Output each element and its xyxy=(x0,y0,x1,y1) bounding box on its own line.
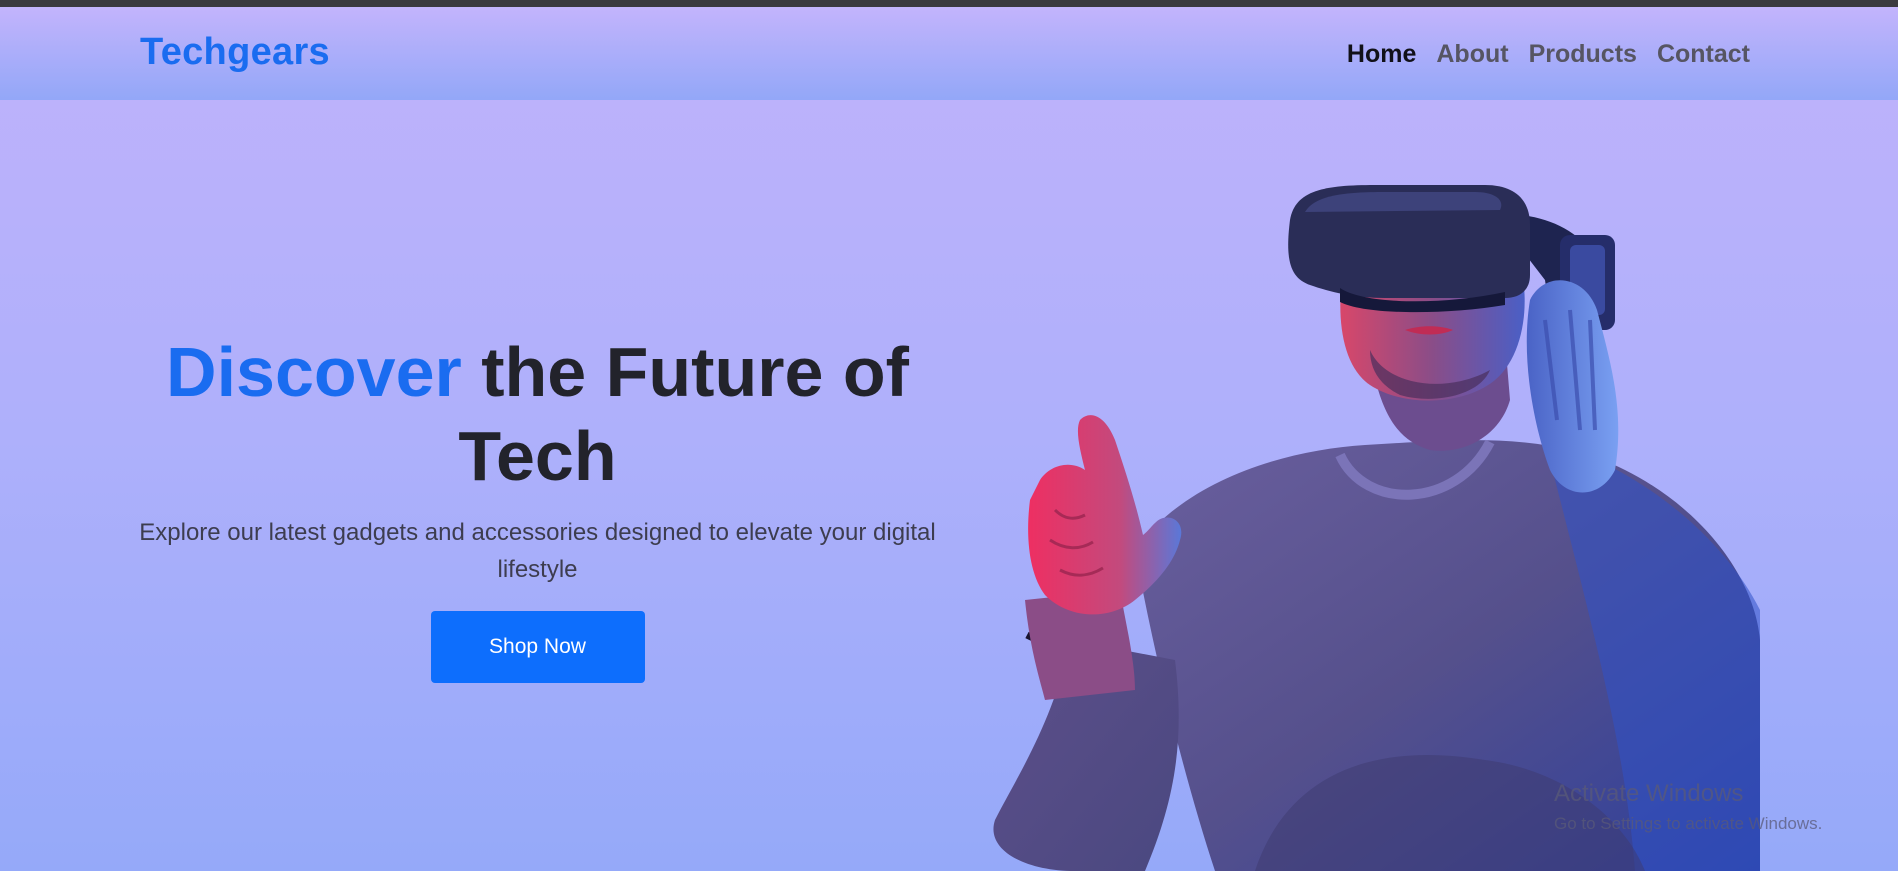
navbar: Techgears Home About Products Contact xyxy=(0,7,1898,100)
window-top-strip xyxy=(0,0,1898,7)
watermark-subtitle: Go to Settings to activate Windows. xyxy=(1554,814,1823,833)
hero-title: Discover the Future of Tech xyxy=(130,330,945,498)
brand-logo[interactable]: Techgears xyxy=(140,31,330,74)
nav-links: Home About Products Contact xyxy=(1347,40,1750,69)
shop-now-button[interactable]: Shop Now xyxy=(430,611,645,683)
windows-activation-watermark: Activate Windows Go to Settings to activ… xyxy=(1554,780,1822,834)
nav-link-home[interactable]: Home xyxy=(1347,40,1416,69)
hero-subtitle: Explore our latest gadgets and accessori… xyxy=(139,519,936,583)
nav-link-contact[interactable]: Contact xyxy=(1657,40,1750,69)
nav-link-products[interactable]: Products xyxy=(1529,40,1637,69)
nav-link-about[interactable]: About xyxy=(1436,40,1508,69)
hero-title-rest: the Future of Tech xyxy=(458,333,909,495)
hero-title-accent: Discover xyxy=(166,333,462,411)
hero-section: Discover the Future of Tech Explore our … xyxy=(130,330,945,683)
hero-image-vr-person xyxy=(985,180,1760,871)
watermark-title: Activate Windows xyxy=(1554,780,1744,807)
